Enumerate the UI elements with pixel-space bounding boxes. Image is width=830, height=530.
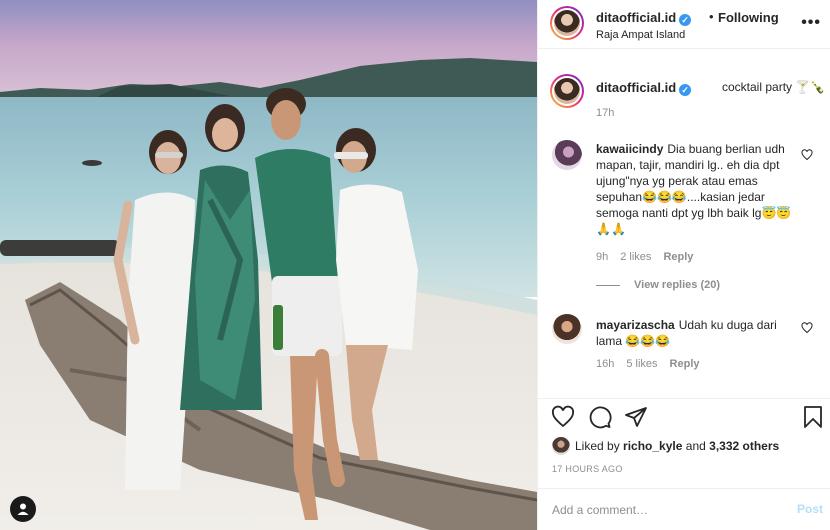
caption-username[interactable]: ditaofficial.id ✓ bbox=[596, 80, 692, 96]
commenter-avatar[interactable] bbox=[552, 140, 582, 170]
like-heart-icon[interactable] bbox=[551, 405, 575, 429]
liker-username[interactable]: richo_kyle bbox=[623, 439, 682, 453]
following-button[interactable]: Following bbox=[718, 10, 779, 25]
post-side-panel: ditaofficial.id ✓ • Following Raja Ampat … bbox=[537, 0, 830, 530]
separator-dot: • bbox=[709, 9, 714, 24]
post-timestamp[interactable]: 17 HOURS AGO bbox=[552, 464, 623, 474]
tagged-users-icon[interactable] bbox=[10, 496, 36, 522]
comment-meta: 16h 5 likes Reply bbox=[596, 358, 712, 370]
comment-time[interactable]: 9h bbox=[596, 251, 608, 263]
caption-author-avatar[interactable] bbox=[550, 74, 584, 108]
commenter-username[interactable]: kawaiicindy bbox=[596, 142, 663, 156]
reply-button[interactable]: Reply bbox=[670, 358, 700, 370]
likes-count[interactable]: 3,332 others bbox=[709, 439, 779, 453]
comment-likes[interactable]: 5 likes bbox=[626, 358, 657, 370]
author-avatar[interactable] bbox=[550, 6, 584, 40]
comment-likes[interactable]: 2 likes bbox=[620, 251, 651, 263]
comment-input[interactable] bbox=[552, 501, 772, 519]
reply-button[interactable]: Reply bbox=[663, 251, 693, 263]
comment-bubble-icon[interactable] bbox=[588, 405, 612, 429]
verified-badge-icon: ✓ bbox=[679, 84, 692, 96]
author-username[interactable]: ditaofficial.id ✓ bbox=[596, 10, 692, 26]
share-paper-plane-icon[interactable] bbox=[624, 405, 648, 429]
like-comment-heart-icon[interactable] bbox=[801, 149, 813, 161]
save-bookmark-icon[interactable] bbox=[801, 405, 825, 429]
view-replies-button[interactable]: View replies (20) bbox=[596, 279, 720, 291]
commenter-username[interactable]: mayarizascha bbox=[596, 318, 675, 332]
caption-text: cocktail party 🍸🍾 bbox=[722, 80, 826, 94]
more-options-icon[interactable]: ••• bbox=[801, 14, 821, 32]
caption-time[interactable]: 17h bbox=[596, 107, 614, 119]
post-photo[interactable] bbox=[0, 0, 537, 530]
location-link[interactable]: Raja Ampat Island bbox=[596, 29, 685, 41]
beach-photo-illustration bbox=[0, 0, 537, 530]
liked-by-summary: Liked by richo_kyle and 3,332 others bbox=[552, 437, 779, 455]
post-comment-button[interactable]: Post bbox=[797, 502, 823, 516]
add-comment-bar: Post bbox=[538, 488, 830, 530]
verified-badge-icon: ✓ bbox=[679, 14, 692, 26]
commenter-avatar[interactable] bbox=[552, 314, 582, 344]
post-header: ditaofficial.id ✓ • Following Raja Ampat … bbox=[538, 0, 830, 49]
comment-time[interactable]: 16h bbox=[596, 358, 614, 370]
user-silhouette-icon bbox=[17, 503, 29, 515]
like-comment-heart-icon[interactable] bbox=[801, 322, 813, 334]
post-actions: Liked by richo_kyle and 3,332 others 17 … bbox=[538, 398, 830, 488]
replies-divider-line bbox=[596, 284, 620, 286]
comment-body: kawaiicindy Dia buang berlian udh mapan, … bbox=[596, 141, 796, 237]
comment-text: Dia buang berlian udh mapan, tajir, mand… bbox=[596, 142, 792, 236]
comment-body: mayarizascha Udah ku duga dari lama 😂😂😂 bbox=[596, 317, 796, 349]
liker-avatar[interactable] bbox=[552, 437, 570, 455]
comment-meta: 9h 2 likes Reply bbox=[596, 251, 705, 263]
